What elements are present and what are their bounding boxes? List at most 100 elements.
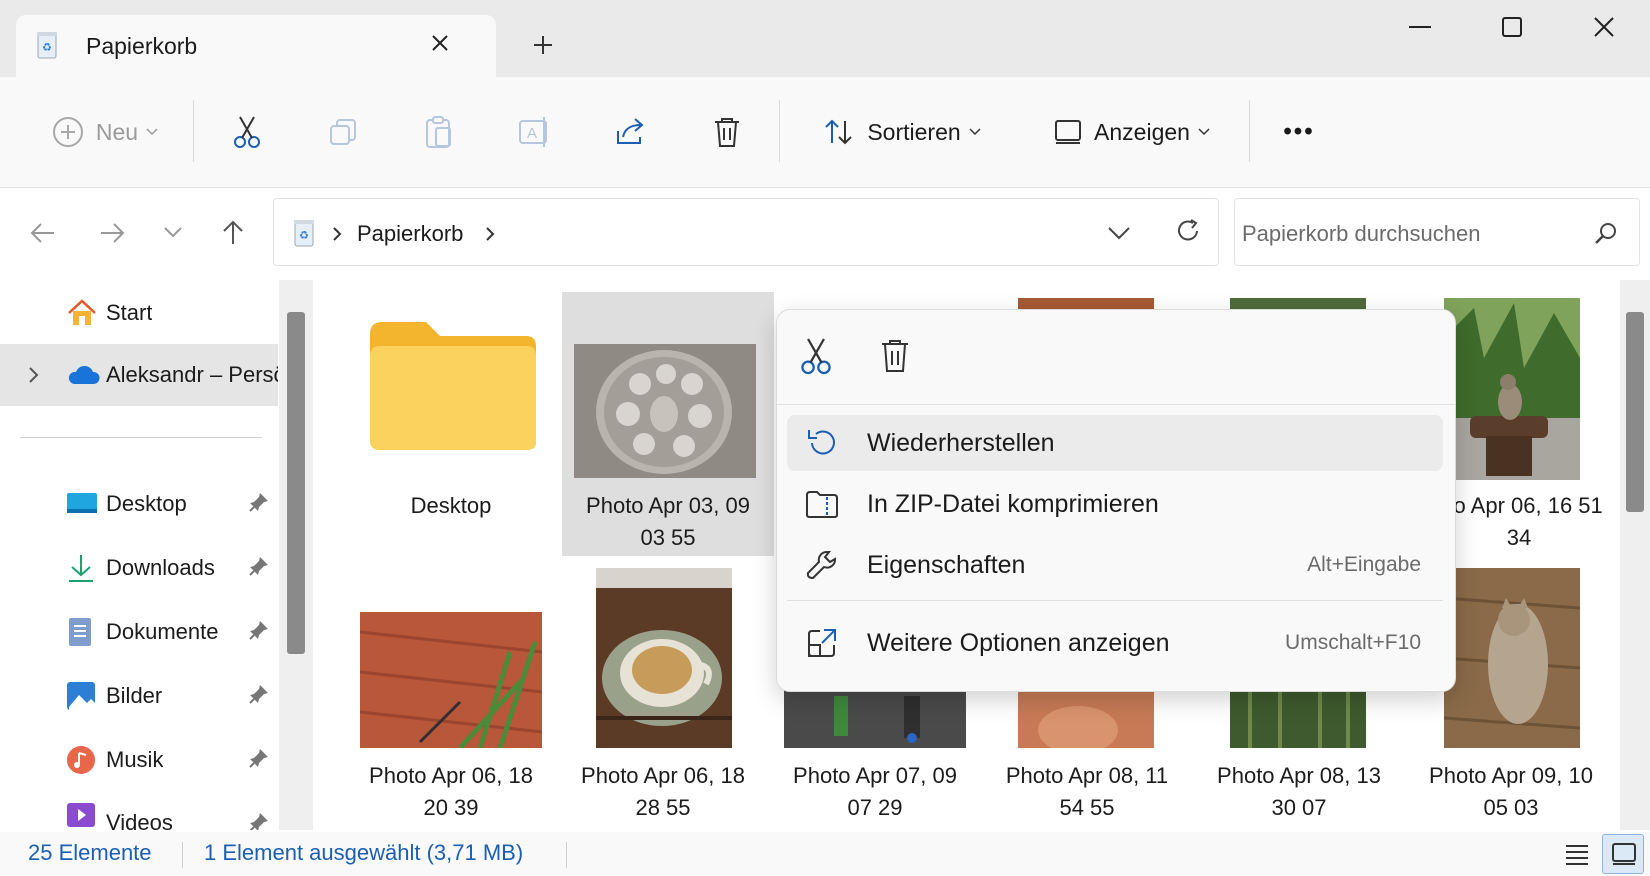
image-thumbnail [784,690,966,748]
view-button[interactable]: Anzeigen [1044,104,1220,160]
menu-item-zip[interactable]: In ZIP-Datei komprimieren [787,476,1443,532]
sidebar-item-musik[interactable]: Musik [0,732,278,788]
large-icons-view-icon [1611,842,1637,866]
rename-button[interactable]: A [510,104,560,160]
selection-info: 1 Element ausgewählt (3,71 MB) [204,840,524,865]
pictures-icon [66,681,106,711]
minimize-button[interactable] [1396,3,1444,51]
file-name: Photo Apr 09, 10 05 03 [1429,763,1593,820]
share-button[interactable] [606,104,656,160]
menu-item-label: Wiederherstellen [867,428,1055,457]
file-name: Photo Apr 08, 13 30 07 [1217,763,1381,820]
chevron-down-icon [146,128,158,136]
image-thumbnail [574,344,756,478]
menu-item-label: Eigenschaften [867,550,1026,579]
more-options-button[interactable]: ••• [1274,104,1324,160]
cut-button[interactable] [222,104,272,160]
close-window-button[interactable] [1580,3,1628,51]
restore-icon [797,427,847,459]
status-divider [566,842,567,868]
recent-locations-chevron-icon[interactable] [164,227,182,239]
copy-button[interactable] [318,104,368,160]
downloads-icon [66,553,106,583]
sidebar-item-videos[interactable]: Videos [0,796,278,832]
sidebar-item-label: Bilder [106,683,163,708]
svg-text:♻: ♻ [42,42,52,54]
toolbar-divider [779,100,780,162]
open-external-icon [797,627,847,659]
sidebar-item-bilder[interactable]: Bilder [0,668,278,724]
file-tile-desktop[interactable]: Desktop [360,296,542,546]
sidebar-scrollbar-thumb[interactable] [287,312,305,654]
view-icon [1054,119,1082,145]
large-icons-view-button[interactable] [1602,834,1644,874]
sidebar-item-dokumente[interactable]: Dokumente [0,604,278,660]
sidebar-item-start[interactable]: Start [0,285,278,341]
delete-button[interactable] [702,104,752,160]
pin-icon[interactable] [249,684,269,704]
rename-icon: A [518,116,552,148]
pin-icon[interactable] [249,492,269,512]
menu-item-properties[interactable]: Eigenschaften Alt+Eingabe [787,537,1443,593]
breadcrumb-papierkorb[interactable]: Papierkorb [357,221,463,247]
image-thumbnail [1230,690,1366,748]
cut-button[interactable] [799,336,833,376]
chevron-down-icon [1198,128,1210,136]
expand-chevron-icon[interactable] [28,366,66,384]
file-tile-photo-apr-06-1828[interactable]: Photo Apr 06, 18 28 55 [572,566,754,820]
sidebar-item-label: Start [106,300,153,325]
folder-icon [368,318,538,452]
menu-item-more-options[interactable]: Weitere Optionen anzeigen Umschalt+F10 [787,615,1443,671]
pin-icon[interactable] [249,748,269,768]
search-icon[interactable] [1594,221,1618,245]
image-thumbnail [1444,568,1580,748]
desktop-icon [66,491,106,517]
sort-button[interactable]: Sortieren [812,104,992,160]
file-name: Photo Apr 07, 09 07 29 [793,763,957,820]
copy-icon [328,117,358,147]
sidebar-item-label: Aleksandr – Persönlich [106,362,278,387]
address-history-chevron-icon[interactable] [1108,226,1130,240]
sidebar-item-label: Desktop [106,491,187,516]
sort-label: Sortieren [867,118,961,145]
file-tile-photo-apr-06-1820[interactable]: Photo Apr 06, 18 20 39 [360,566,542,820]
documents-icon [66,617,106,647]
pin-icon[interactable] [249,620,269,640]
paste-button[interactable] [414,104,464,160]
breadcrumb-separator-icon [332,226,342,242]
sidebar-item-label: Dokumente [106,619,219,644]
content-scrollbar-thumb[interactable] [1626,312,1644,512]
details-view-icon[interactable] [1564,842,1590,866]
clipboard-icon [424,115,454,149]
sidebar-item-desktop[interactable]: Desktop [0,476,278,532]
sidebar-item-downloads[interactable]: Downloads [0,540,278,596]
context-menu: Wiederherstellen In ZIP-Datei komprimier… [776,309,1456,692]
new-button[interactable]: Neu [40,104,170,160]
status-divider [182,842,183,868]
back-arrow-icon[interactable] [30,222,56,244]
menu-item-label: Weitere Optionen anzeigen [867,628,1170,657]
forward-arrow-icon[interactable] [99,222,125,244]
close-tab-icon[interactable] [430,33,450,53]
wrench-icon [797,548,847,582]
delete-button[interactable] [879,338,911,374]
svg-text:♻: ♻ [299,230,309,242]
trash-icon [712,116,742,148]
recycle-bin-icon: ♻ [36,31,58,59]
pin-icon[interactable] [249,812,269,830]
maximize-button[interactable] [1488,3,1536,51]
pin-icon[interactable] [249,556,269,576]
view-label: Anzeigen [1094,118,1190,145]
toolbar-divider [1249,100,1250,162]
new-tab-icon[interactable] [532,34,554,56]
music-icon [66,745,106,775]
breadcrumb-separator-icon[interactable] [485,226,495,242]
sidebar-item-onedrive[interactable]: Aleksandr – Persönlich [0,344,278,406]
refresh-icon[interactable] [1175,218,1201,244]
file-tile-photo-apr-03[interactable]: Photo Apr 03, 09 03 55 [572,296,764,550]
menu-item-restore[interactable]: Wiederherstellen [787,415,1443,471]
menu-item-shortcut: Alt+Eingabe [1307,553,1421,576]
file-name: Photo Apr 08, 11 54 55 [1005,763,1169,820]
add-circle-icon [52,116,84,148]
up-arrow-icon[interactable] [222,220,244,246]
